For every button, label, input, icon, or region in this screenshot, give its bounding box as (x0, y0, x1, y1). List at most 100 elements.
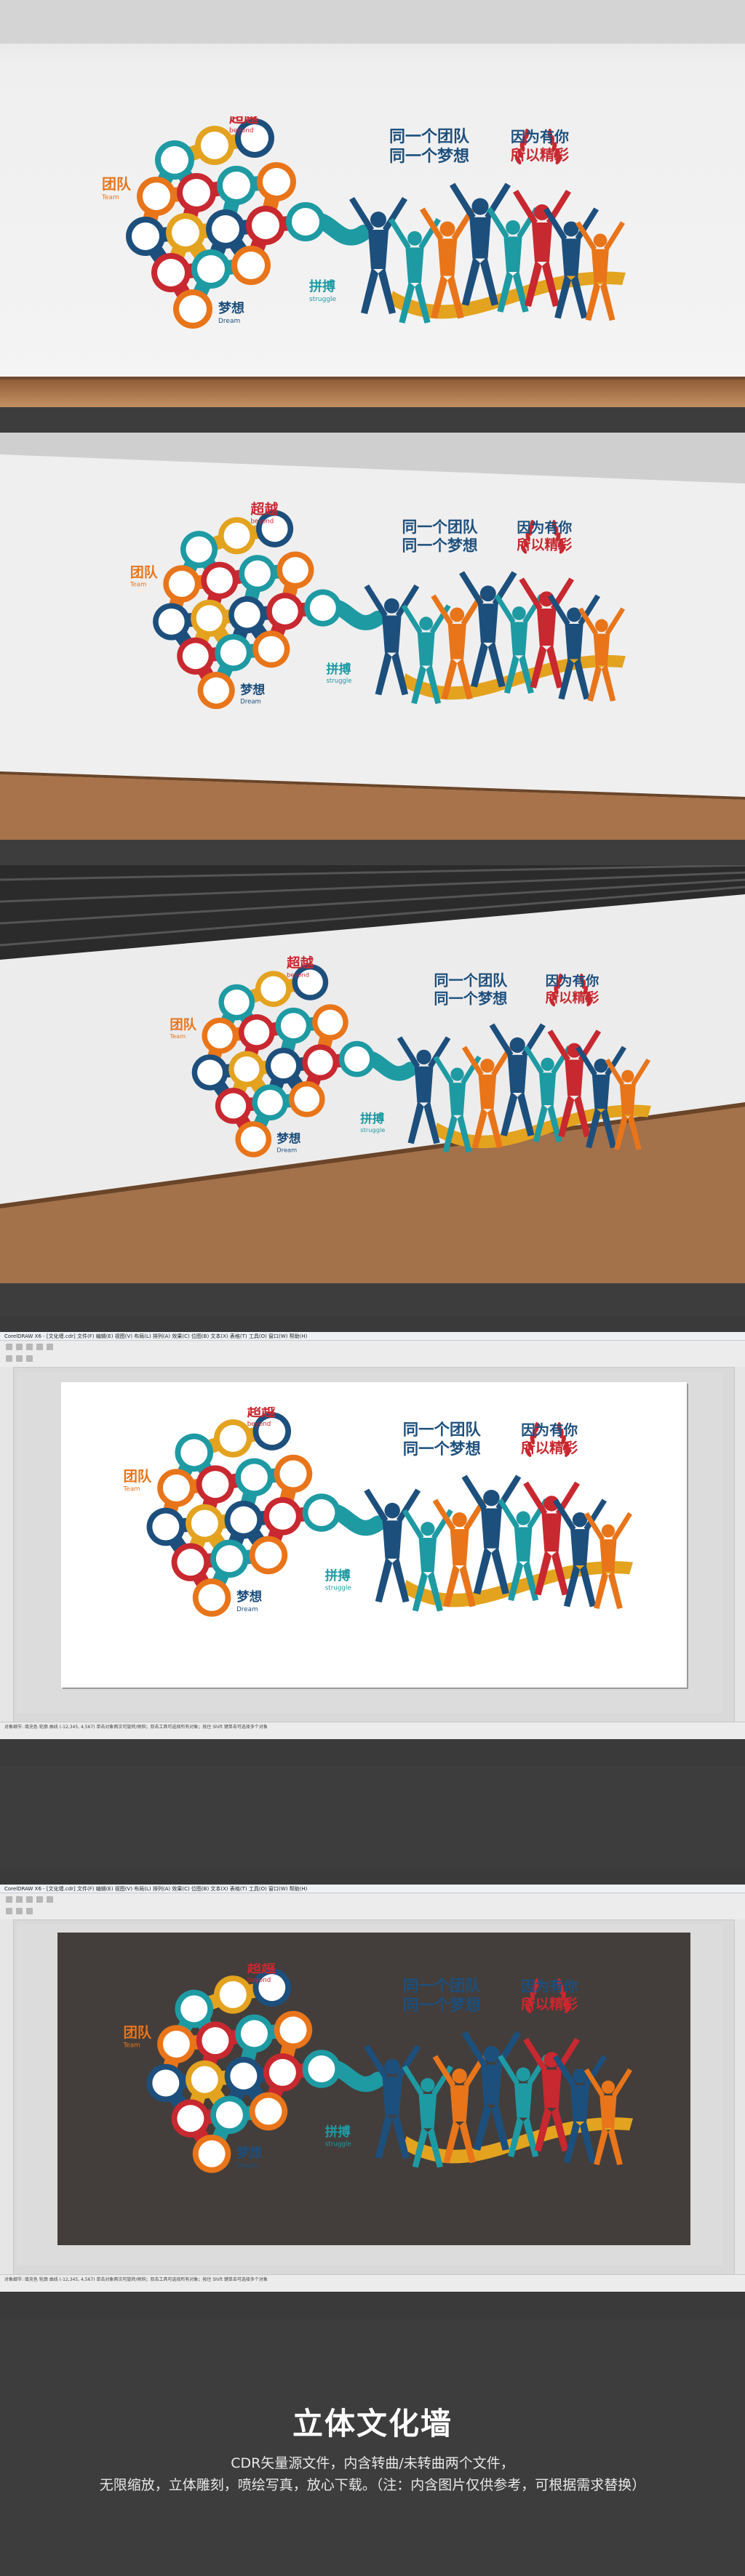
photo-bubbles (146, 1412, 341, 1617)
silhouette-figure (450, 182, 511, 306)
footer-title: 立体文化墙 (292, 2406, 453, 2441)
status-bar: 对象细节: 填充色 轮廓 曲线 (-12,345, 4,567) 单击对象两次可… (0, 2274, 745, 2292)
menu-bar[interactable]: CorelDRAW X6 - [文化墙.cdr] 文件(F) 编辑(E) 视图(… (0, 1885, 745, 1893)
slogan-left-line2: 同一个梦想 (403, 1440, 481, 1458)
word-dream: 梦想 (236, 1589, 262, 1605)
photo-frame (177, 2105, 204, 2132)
slogan-right-line2: 所以精彩 (521, 1996, 578, 2013)
toolbar-icon[interactable] (6, 1344, 12, 1350)
toolbox[interactable] (0, 1367, 14, 1722)
slogan-left-line2: 同一个梦想 (402, 537, 478, 555)
toolbar-icon[interactable] (36, 1344, 43, 1350)
photo-frame (202, 1471, 229, 1498)
toolbar-icon[interactable] (26, 1344, 33, 1350)
word-surpass: 超越 (228, 116, 259, 126)
photo-frame (197, 1059, 223, 1086)
toolbar (0, 1893, 745, 1920)
photo-frame (344, 1046, 370, 1072)
word-dream: 梦想 (218, 300, 244, 316)
status-bar: 对象细节: 填充色 轮廓 曲线 (-12,345, 4,567) 单击对象两次可… (0, 1722, 745, 1739)
word-dream: 梦想 (240, 682, 265, 697)
word-surpass-en: beyond (247, 1977, 271, 1984)
toolbar-icon[interactable] (16, 1344, 23, 1350)
photo-frame (230, 2062, 258, 2090)
word-team: 团队 (123, 1468, 151, 1485)
photo-frame (268, 2058, 296, 2086)
word-fight: 拼搏 (325, 2124, 351, 2140)
photo-frame (223, 172, 250, 199)
slogan-right-line1: 因为有你 (511, 128, 569, 145)
photo-frame (240, 1126, 266, 1152)
toolbox[interactable] (0, 1919, 14, 2274)
photo-frame (132, 222, 159, 250)
photo-frame (237, 252, 265, 279)
photo-frame (240, 1464, 268, 1491)
word-team: 团队 (130, 564, 159, 581)
menu-bar[interactable]: CorelDRAW X6 - [文化墙.cdr] 文件(F) 编辑(E) 视图(… (0, 1332, 745, 1341)
color-palette[interactable] (734, 1919, 745, 2274)
photo-frame (244, 1019, 270, 1046)
photo-frame (219, 1981, 247, 2008)
toolbar-icon[interactable] (26, 1896, 33, 1903)
color-palette[interactable] (734, 1367, 745, 1722)
word-team: 团队 (170, 1016, 196, 1032)
word-dream-en: Dream (218, 318, 240, 325)
photo-frame (271, 598, 298, 625)
photo-frame (191, 1509, 218, 1537)
footer-line-1: CDR矢量源文件，内含转曲/未转曲两个文件， (231, 2455, 514, 2471)
toolbar-icon[interactable] (36, 1896, 43, 1903)
photo-frame (308, 1499, 335, 1527)
photo-frame (258, 635, 284, 662)
toolbar-icon[interactable] (16, 1355, 23, 1362)
photo-frame (183, 179, 210, 206)
word-fight: 拼搏 (327, 662, 351, 677)
photo-frame (280, 1013, 306, 1039)
slogan-left-line1: 同一个团队 (403, 1978, 482, 1996)
word-surpass-en: beyond (229, 127, 254, 135)
toolbar-icon[interactable] (47, 1896, 53, 1903)
slogan-right-line1: 因为有你 (546, 974, 599, 990)
footer: 立体文化墙 CDR矢量源文件，内含转曲/未转曲两个文件， 无限缩放，立体雕刻，喷… (0, 2399, 745, 2496)
word-team-en: Team (169, 1032, 186, 1040)
photo-frame (219, 1424, 247, 1452)
word-surpass: 超越 (286, 955, 314, 971)
toolbar-icon[interactable] (47, 1344, 53, 1350)
photo-frame (279, 1460, 307, 1488)
photo-frame (230, 1506, 258, 1533)
photo-frame (206, 567, 233, 594)
photo-frame (186, 536, 212, 563)
toolbar-icon[interactable] (6, 1908, 12, 1914)
photo-frame (308, 2055, 335, 2083)
toolbar-icon[interactable] (16, 1908, 23, 1914)
photo-frame (263, 168, 290, 196)
photo-frame (158, 609, 185, 635)
photo-frame (197, 255, 225, 283)
word-dream-en: Dream (240, 699, 261, 706)
toolbar-icon[interactable] (26, 1908, 33, 1914)
photo-frame (207, 1023, 233, 1048)
photo-frame (180, 1439, 208, 1466)
word-fight: 拼搏 (360, 1111, 385, 1126)
silhouette-figure (489, 1023, 546, 1136)
photo-frame (152, 1513, 180, 1541)
toolbar-icon[interactable] (6, 1355, 12, 1362)
footer-line-2: 无限缩放，立体雕刻，喷绘写真，放心下载。（注：内含图片仅供参考，可根据需求替换） (99, 2477, 646, 2493)
photo-frame (292, 208, 319, 236)
slogan-right-line2: 所以精彩 (511, 146, 569, 164)
slogan-left-line2: 同一个梦想 (434, 990, 507, 1007)
toolbar-icon[interactable] (26, 1355, 33, 1362)
photo-frame (220, 1093, 247, 1119)
toolbar (0, 1341, 745, 1368)
photo-frame (220, 639, 247, 666)
photo-frame (223, 522, 250, 549)
photo-frame (244, 560, 271, 587)
word-team-en: Team (130, 582, 146, 589)
silhouette-figure (461, 2031, 522, 2151)
toolbar-icon[interactable] (16, 1896, 23, 1903)
slogan-right-line2: 所以精彩 (546, 990, 599, 1006)
silhouette-figure (461, 1474, 522, 1595)
photo-frame (182, 643, 209, 670)
word-fight-en: struggle (309, 296, 337, 303)
photo-frame (252, 212, 279, 239)
toolbar-icon[interactable] (6, 1896, 12, 1903)
